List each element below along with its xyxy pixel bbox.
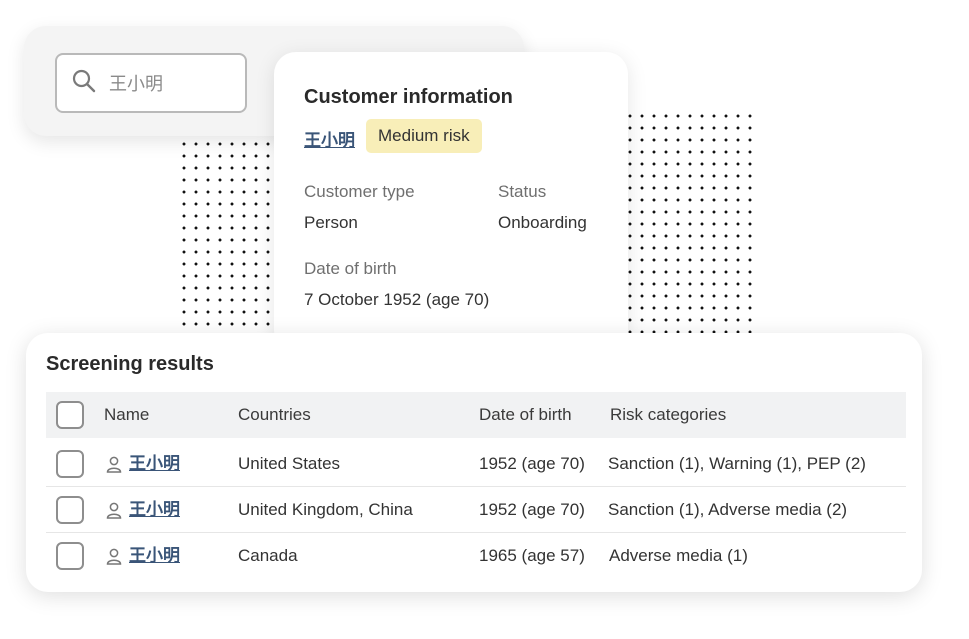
person-icon — [106, 456, 122, 473]
screening-results-card: Screening results Name Countries Date of… — [26, 333, 922, 592]
row-risk-categories: Sanction (1), Adverse media (2) — [608, 500, 848, 519]
table-row: 王小明 Canada 1965 (age 57) Adverse media (… — [46, 533, 906, 579]
search-input[interactable]: 王小明 — [55, 53, 247, 113]
row-name-link[interactable]: 王小明 — [129, 441, 180, 487]
row-checkbox[interactable] — [56, 450, 84, 478]
row-risk-categories: Adverse media (1) — [609, 546, 748, 565]
column-header-date-of-birth: Date of birth — [479, 405, 572, 424]
row-date-of-birth: 1952 (age 70) — [479, 500, 585, 519]
person-icon — [106, 502, 122, 519]
decorative-dot-pattern-right — [624, 110, 752, 334]
column-header-risk-categories: Risk categories — [610, 405, 727, 424]
row-countries: Canada — [238, 546, 298, 565]
row-checkbox[interactable] — [56, 542, 84, 570]
row-name-link[interactable]: 王小明 — [129, 533, 180, 579]
row-date-of-birth: 1952 (age 70) — [479, 454, 585, 473]
select-all-checkbox[interactable] — [56, 401, 84, 429]
row-checkbox[interactable] — [56, 496, 84, 524]
customer-name-link[interactable]: 王小明 — [304, 126, 355, 151]
person-icon — [106, 548, 122, 565]
row-date-of-birth: 1965 (age 57) — [479, 546, 585, 565]
table-row: 王小明 United States 1952 (age 70) Sanction… — [46, 441, 906, 487]
risk-badge: Medium risk — [366, 119, 482, 153]
search-input-value: 王小明 — [109, 74, 163, 94]
customer-information-card: Customer information 王小明 Medium risk Cus… — [274, 52, 628, 352]
date-of-birth-label: Date of birth — [304, 259, 397, 278]
status-label: Status — [498, 182, 547, 201]
table-header: Name Countries Date of birth Risk catego… — [46, 392, 906, 438]
date-of-birth-value: 7 October 1952 (age 70) — [304, 290, 490, 309]
row-name-link[interactable]: 王小明 — [129, 487, 180, 533]
customer-type-label: Customer type — [304, 182, 415, 201]
screening-results-title: Screening results — [46, 353, 214, 375]
search-icon — [71, 68, 97, 99]
table-row: 王小明 United Kingdom, China 1952 (age 70) … — [46, 487, 906, 533]
row-risk-categories: Sanction (1), Warning (1), PEP (2) — [608, 454, 866, 473]
row-countries: United Kingdom, China — [238, 500, 413, 519]
column-header-countries: Countries — [238, 405, 311, 424]
decorative-dot-pattern-left — [178, 138, 278, 334]
customer-information-title: Customer information — [304, 86, 513, 108]
customer-type-value: Person — [304, 213, 358, 232]
row-countries: United States — [238, 454, 341, 473]
column-header-name: Name — [104, 405, 150, 424]
status-value: Onboarding — [498, 213, 587, 232]
